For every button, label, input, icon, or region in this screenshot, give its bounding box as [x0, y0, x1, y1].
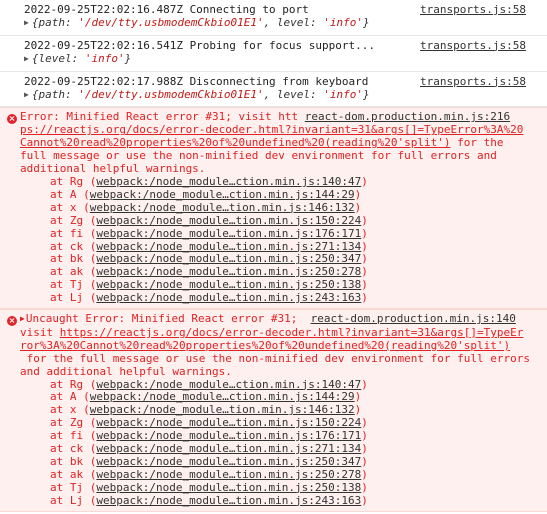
console-panel: transports.js:58 2022-09-25T22:02:16.487… [0, 0, 547, 512]
error-circle-icon: × [7, 316, 17, 327]
error-url-link[interactable]: Cannot%20read%20properties%20of%20undefi… [20, 136, 450, 149]
object-key: level [38, 51, 72, 65]
object-key: level [276, 87, 311, 101]
error-message: Error: Minified React error #31; visit h… [20, 110, 299, 124]
frame-function: at x [50, 200, 77, 214]
object-key: path [38, 87, 65, 101]
object-value: 'info' [323, 15, 364, 29]
error-message: Uncaught Error: Minified React error #31… [25, 312, 298, 326]
source-link[interactable]: transports.js:58 [420, 75, 526, 89]
stack-trace: at Rg (webpack:/node_module…ction.min.js… [20, 174, 539, 305]
error-body-line: for the full message or use the non-mini… [20, 351, 530, 365]
triangle-right-icon[interactable]: ▶ [20, 314, 25, 323]
triangle-right-icon[interactable]: ▶ [24, 54, 29, 63]
frame-location-link[interactable]: webpack:/node_module…tion.min.js:250:347 [96, 252, 361, 265]
frame-function: at fi [50, 226, 84, 240]
log-object[interactable]: ▶ {path: '/dev/tty.usbmodemCkbio01E1', le… [24, 87, 539, 103]
stack-trace: at Rg (webpack:/node_module…ction.min.js… [20, 377, 539, 508]
frame-function: at fi [50, 429, 84, 443]
frame-location-link[interactable]: webpack:/node_module…tion.min.js:243:163 [96, 291, 361, 304]
frame-location-link[interactable]: webpack:/node_module…tion.min.js:271:134 [96, 240, 361, 253]
error-url-link[interactable]: ps://reactjs.org/docs/error-decoder.html… [20, 123, 523, 136]
frame-location-link[interactable]: webpack:/node_module…tion.min.js:250:278 [96, 265, 361, 278]
frame-location-link[interactable]: webpack:/node_module…tion.min.js:176:171 [96, 429, 361, 442]
object-key: level [276, 15, 311, 29]
frame-location-link[interactable]: webpack:/node_module…tion.min.js:250:138 [96, 481, 361, 494]
object-value: 'info' [323, 87, 364, 101]
frame-location-link[interactable]: webpack:/node_module…tion.min.js:250:278 [96, 468, 361, 481]
frame-location-link[interactable]: webpack:/node_module…tion.min.js:243:163 [96, 494, 361, 507]
frame-location-link[interactable]: webpack:/node_module…tion.min.js:146:132 [90, 403, 355, 416]
object-value: 'info' [84, 51, 125, 65]
frame-function: at bk [50, 252, 84, 266]
triangle-right-icon[interactable]: ▶ [24, 18, 29, 27]
frame-function: at ck [50, 239, 84, 253]
frame-location-link[interactable]: webpack:/node_module…tion.min.js:250:138 [96, 278, 361, 291]
error-headline[interactable]: ▶Uncaught Error: Minified React error #3… [20, 312, 539, 327]
frame-function: at Rg [50, 377, 84, 391]
frame-location-link[interactable]: webpack:/node_module…tion.min.js:150:224 [96, 416, 361, 429]
frame-location-link[interactable]: webpack:/node_module…ction.min.js:140:47 [96, 175, 361, 188]
frame-location-link[interactable]: webpack:/node_module…tion.min.js:146:132 [90, 201, 355, 214]
log-entry: transports.js:58 2022-09-25T22:02:16.541… [0, 36, 547, 72]
error-url-link[interactable]: https://reactjs.org/docs/error-decoder.h… [60, 326, 524, 339]
frame-function: at A [50, 390, 77, 404]
frame-location-link[interactable]: webpack:/node_module…tion.min.js:176:171 [96, 227, 361, 240]
source-link[interactable]: transports.js:58 [420, 39, 526, 53]
frame-location-link[interactable]: webpack:/node_module…ction.min.js:140:47 [96, 378, 361, 391]
object-value: '/dev/tty.usbmodemCkbio01E1' [78, 15, 264, 29]
frame-function: at Tj [50, 480, 84, 494]
frame-location-link[interactable]: webpack:/node_module…ction.min.js:144:29 [90, 390, 355, 404]
frame-function: at bk [50, 455, 84, 468]
source-link[interactable]: react-dom.production.min.js:216 [305, 110, 510, 123]
log-object[interactable]: ▶ {path: '/dev/tty.usbmodemCkbio01E1', le… [24, 15, 539, 31]
frame-location-link[interactable]: webpack:/node_module…tion.min.js:150:224 [96, 214, 361, 227]
frame-location-link[interactable]: webpack:/node_module…ction.min.js:144:29 [90, 188, 355, 201]
source-link[interactable]: react-dom.production.min.js:140 [311, 312, 516, 325]
frame-function: at ak [50, 467, 84, 481]
source-link[interactable]: transports.js:58 [420, 3, 526, 17]
frame-function: at Lj [50, 493, 84, 507]
frame-function: at ak [50, 265, 84, 279]
frame-function: at Zg [50, 416, 84, 430]
log-entry: transports.js:58 2022-09-25T22:02:17.988… [0, 72, 547, 108]
frame-function: at ck [50, 442, 84, 456]
object-key: path [38, 15, 65, 29]
stack-frame: at Lj (webpack:/node_module…tion.min.js:… [50, 493, 368, 507]
triangle-right-icon[interactable]: ▶ [24, 90, 29, 99]
error-text: visit [20, 325, 60, 339]
log-entry: transports.js:58 2022-09-25T22:02:16.487… [0, 0, 547, 36]
frame-function: at Lj [50, 291, 84, 305]
error-text: for the [450, 136, 504, 150]
error-entry: × ▶Uncaught Error: Minified React error … [0, 309, 547, 512]
frame-function: at Rg [50, 174, 84, 188]
frame-function: at Tj [50, 278, 84, 292]
frame-location-link[interactable]: webpack:/node_module…tion.min.js:250:347 [96, 455, 361, 468]
error-url-link[interactable]: ror%3A%20Cannot%20read%20properties%20of… [20, 339, 510, 352]
error-body-line: ror%3A%20Cannot%20read%20properties%20of… [20, 339, 539, 353]
frame-function: at x [50, 403, 77, 417]
stack-frame: at Lj (webpack:/node_module…tion.min.js:… [50, 291, 368, 305]
error-circle-icon: × [7, 114, 17, 125]
error-entry: × Error: Minified React error #31; visit… [0, 107, 547, 310]
object-value: '/dev/tty.usbmodemCkbio01E1' [78, 87, 264, 101]
frame-function: at A [50, 187, 77, 201]
log-object[interactable]: ▶ {level: 'info'} [24, 51, 539, 67]
frame-function: at Zg [50, 213, 84, 227]
frame-location-link[interactable]: webpack:/node_module…tion.min.js:271:134 [96, 442, 361, 455]
